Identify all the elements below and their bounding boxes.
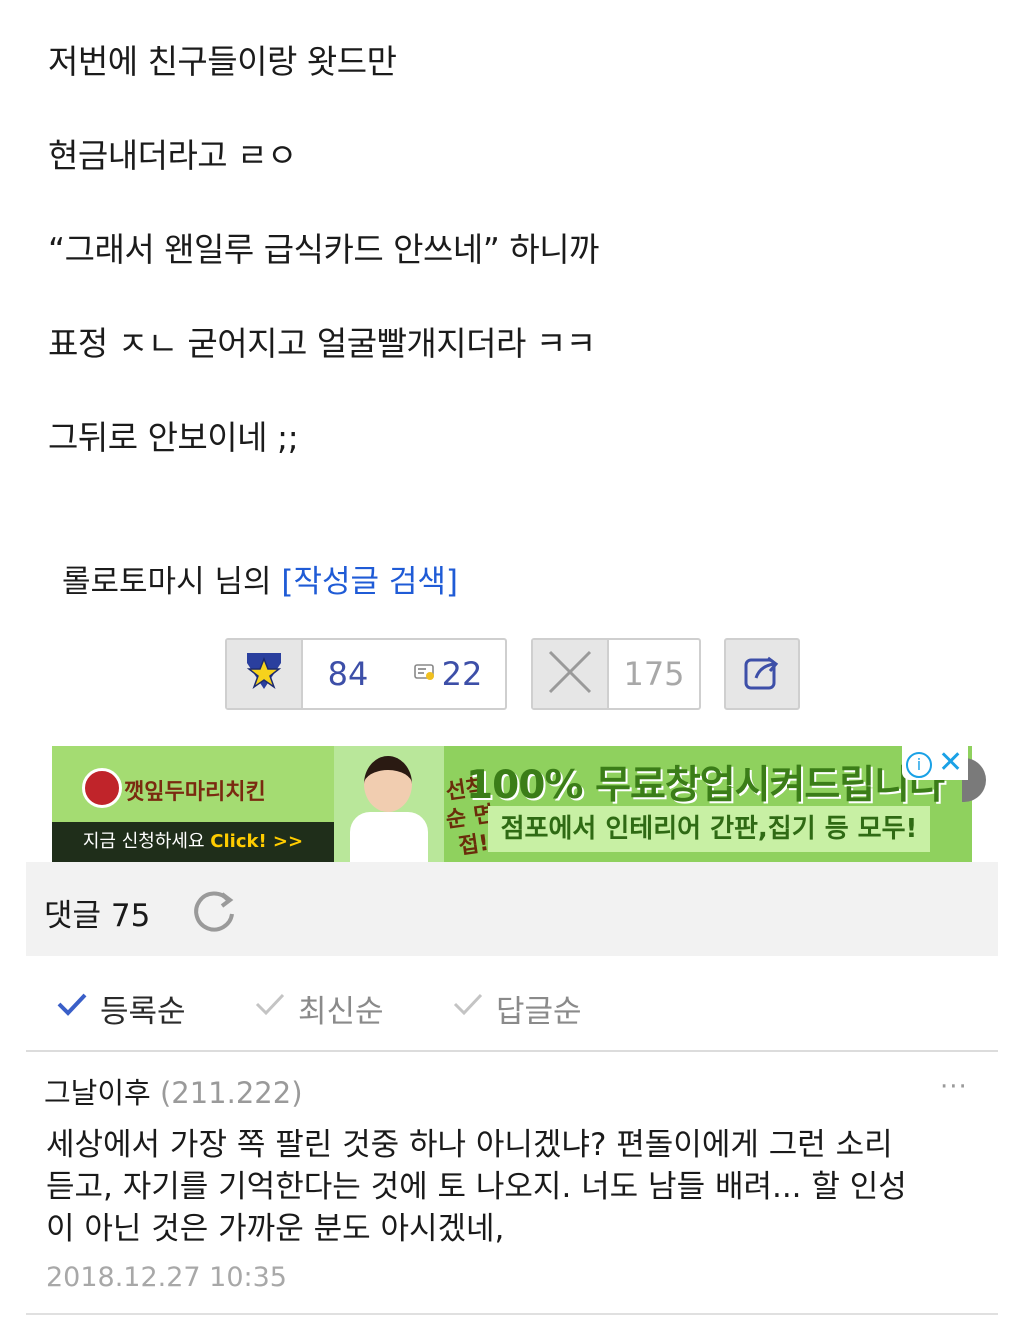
comments-header (26, 862, 998, 956)
share-icon (742, 652, 782, 696)
post-line: 그뒤로 안보이네 ;; (48, 418, 299, 457)
comment-body: 세상에서 가장 쪽 팔린 것중 하나 아니겠냐? 편돌이에게 그런 소리 듣고,… (46, 1127, 907, 1247)
star-icon (241, 649, 287, 699)
tab-sort-registered[interactable]: 등록순 (56, 986, 186, 1030)
recommend-button[interactable] (227, 640, 303, 708)
ad-banner[interactable]: 깻잎두마리치킨 지금 신청하세요 Click! >> 선착순 면접! 100% … (52, 746, 972, 862)
post-line: “그래서 왠일루 급식카드 안쓰네” 하니까 (48, 230, 599, 269)
tab-sort-latest[interactable]: 최신순 (254, 986, 384, 1030)
dislike-count: 175 (623, 655, 685, 693)
author-info: 롤로토마시 님의 [작성글 검색] (62, 562, 458, 602)
ad-headline: 100% 무료창업시켜드립니다 (466, 763, 945, 808)
refresh-icon (188, 891, 240, 942)
recommend-group: 84 22 (225, 638, 507, 710)
ad-brand: 깻잎두마리치킨 (124, 780, 266, 805)
check-icon (452, 990, 484, 1026)
x-icon (546, 648, 594, 700)
comment-date: 2018.12.27 10:35 (46, 1262, 287, 1293)
ad-info-icon[interactable]: i (906, 752, 932, 778)
comment-ip: (211.222) (159, 1076, 303, 1110)
dislike-button[interactable] (533, 640, 609, 708)
check-icon (56, 990, 88, 1026)
ad-subline: 점포에서 인테리어 간판,집기 등 모두! (488, 806, 930, 852)
post-line: 현금내더라고 ㄹㅇ (48, 136, 297, 175)
post-line: 저번에 친구들이랑 왓드만 (48, 42, 397, 81)
refresh-button[interactable] (188, 886, 240, 938)
comments-title: 댓글 75 (44, 898, 151, 934)
dislike-group: 175 (531, 638, 701, 710)
check-icon (254, 990, 286, 1026)
brand-emblem-icon (82, 768, 122, 808)
author-name: 롤로토마시 님의 (62, 564, 272, 600)
tab-sort-replies[interactable]: 답글순 (452, 986, 582, 1030)
ad-model-face (364, 756, 412, 812)
recommend-count: 84 (327, 655, 369, 693)
comment-icon (413, 662, 436, 686)
comment-count[interactable]: 22 (393, 640, 503, 708)
share-button[interactable] (724, 638, 800, 710)
author-posts-search-link[interactable]: [작성글 검색] (281, 564, 458, 600)
ad-model-body (350, 812, 428, 862)
more-options-icon[interactable]: ··· (940, 1072, 968, 1102)
divider (26, 1313, 998, 1315)
ad-cta[interactable]: 지금 신청하세요 Click! >> (52, 822, 334, 862)
comment-author: 그날이후 (211.222) (44, 1076, 303, 1110)
post-line: 표정 ㅈㄴ 굳어지고 얼굴빨개지더라 ㅋㅋ (48, 324, 596, 363)
ad-close-icon[interactable]: ✕ (938, 748, 963, 778)
